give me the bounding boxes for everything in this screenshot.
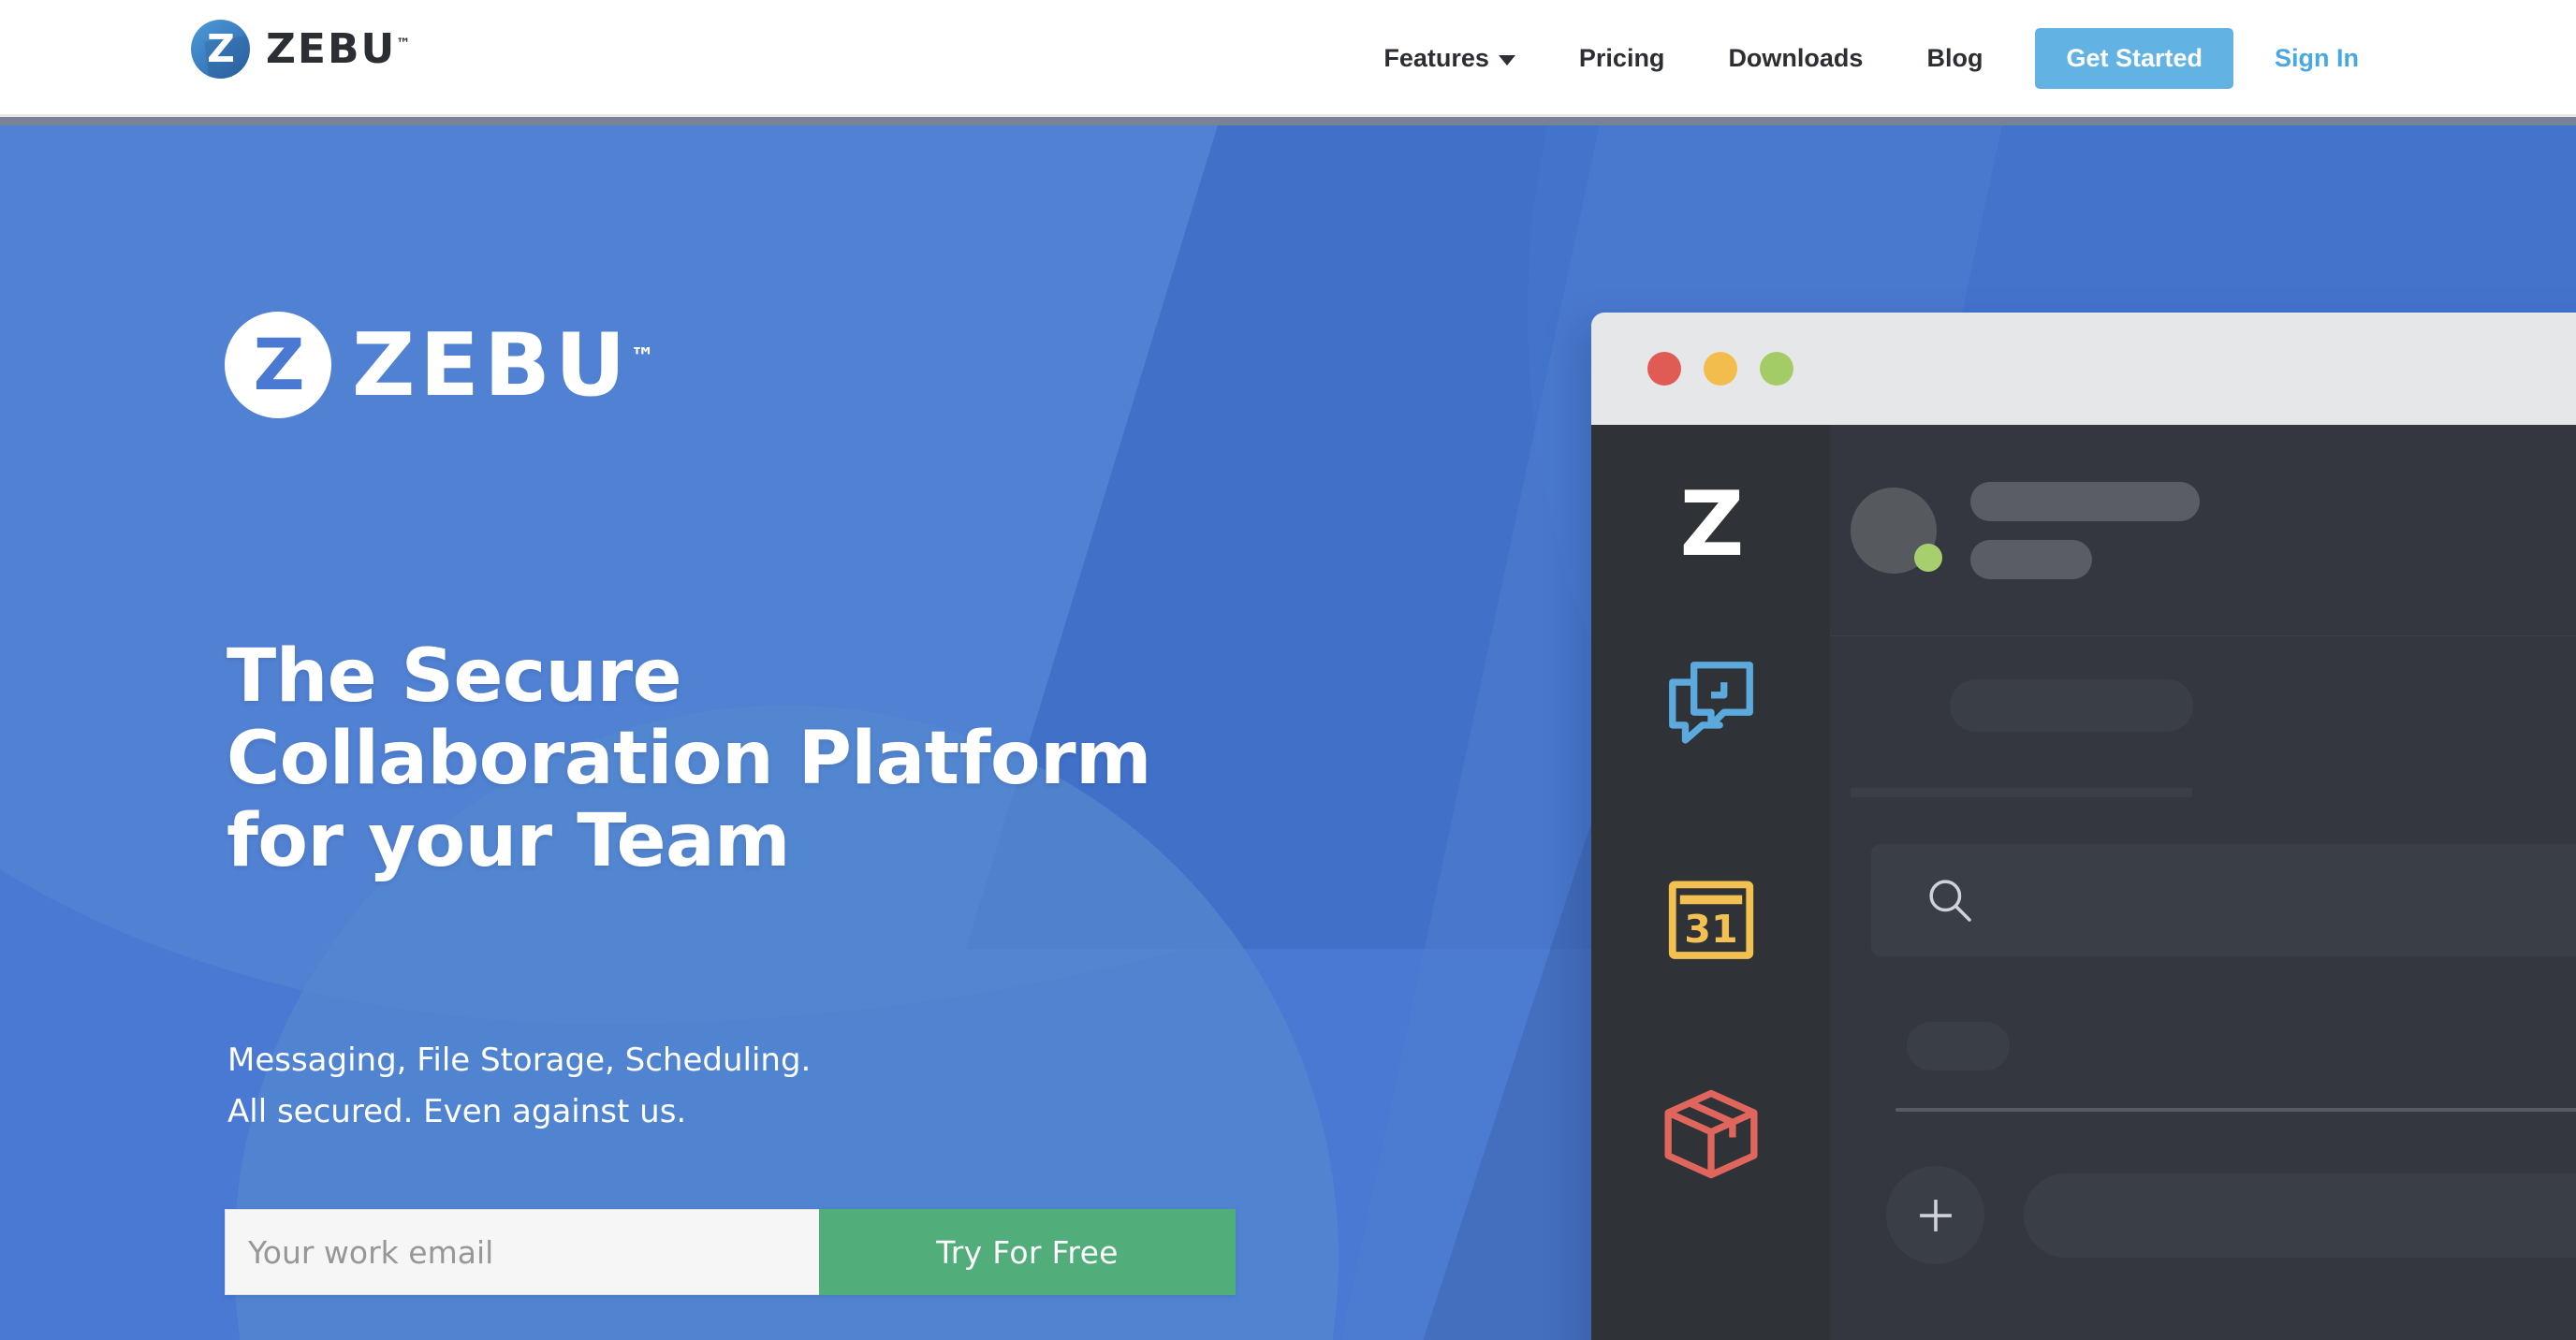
panel-divider	[1895, 1108, 2576, 1112]
placeholder-pill	[1907, 1022, 2010, 1071]
get-started-button[interactable]: Get Started	[2035, 28, 2233, 89]
zebu-logo-icon: Z	[191, 20, 250, 79]
search-icon	[1929, 880, 1971, 922]
chat-bubbles-icon	[1668, 662, 1753, 744]
window-close-icon[interactable]	[1647, 352, 1681, 386]
hero-section: Z ZEBU™ The Secure Collaboration Platfor…	[0, 125, 2576, 1340]
add-attachment-button[interactable]	[1886, 1166, 1984, 1264]
top-navigation-bar: Z ZEBU™ Features Pricing Downloads Blog …	[0, 0, 2576, 117]
logo-letter: Z	[253, 323, 304, 406]
app-main-panel	[1830, 425, 2576, 1340]
app-message-composer	[1886, 1166, 2576, 1264]
app-sidebar-logo: Z	[1679, 473, 1745, 576]
nav-item-features[interactable]: Features	[1352, 46, 1547, 71]
sidebar-item-storage[interactable]	[1660, 1083, 1763, 1186]
nav-item-label: Pricing	[1578, 44, 1665, 72]
app-content-panel	[1830, 635, 2576, 1264]
signup-form: Try For Free	[225, 1209, 1236, 1295]
trademark-symbol: ™	[396, 34, 411, 51]
package-box-icon	[1664, 1089, 1757, 1179]
nav-shadow-strip	[0, 117, 2576, 125]
app-search-box[interactable]	[1871, 844, 2576, 956]
avatar	[1851, 487, 1942, 574]
sidebar-item-calendar[interactable]: 31	[1660, 867, 1763, 970]
hero-heading: The Secure Collaboration Platform for yo…	[227, 634, 1151, 884]
user-name-placeholders	[1970, 481, 2200, 579]
plus-icon	[1919, 1199, 1952, 1231]
placeholder-pill	[1950, 679, 2193, 732]
try-for-free-button[interactable]: Try For Free	[819, 1209, 1236, 1295]
chevron-down-icon	[1498, 55, 1515, 66]
app-sidebar: Z 31	[1591, 425, 1830, 1340]
hero-brand-wordmark: ZEBU™	[352, 321, 655, 409]
message-input[interactable]	[2024, 1172, 2576, 1258]
sign-in-link[interactable]: Sign In	[2247, 46, 2387, 71]
app-user-header	[1830, 425, 2576, 635]
sidebar-item-messaging[interactable]	[1660, 652, 1763, 755]
hero-subheading: Messaging, File Storage, Scheduling. All…	[227, 1041, 812, 1131]
nav-item-label: Features	[1383, 44, 1489, 72]
placeholder-bar	[1970, 539, 2092, 579]
svg-text:31: 31	[1684, 907, 1737, 952]
nav-item-blog[interactable]: Blog	[1895, 46, 2014, 71]
zebu-logo-white-icon: Z	[225, 312, 331, 418]
app-window-mockup: Z 31	[1591, 313, 2576, 1340]
app-window-body: Z 31	[1591, 425, 2576, 1340]
logo-letter: Z	[207, 26, 235, 71]
nav-links: Features Pricing Downloads Blog Get Star…	[1352, 0, 2576, 117]
hero-logo: Z ZEBU™	[225, 312, 654, 418]
app-window-titlebar	[1591, 313, 2576, 425]
placeholder-bar	[1970, 481, 2200, 521]
nav-item-label: Downloads	[1728, 44, 1864, 72]
brand-name: ZEBU	[352, 313, 631, 415]
trademark-symbol: ™	[630, 342, 655, 371]
online-status-dot	[1914, 543, 1942, 572]
nav-item-pricing[interactable]: Pricing	[1547, 46, 1697, 71]
nav-item-label: Blog	[1926, 44, 1983, 72]
nav-brand-wordmark: ZEBU™	[266, 28, 411, 70]
brand-name: ZEBU	[266, 24, 397, 73]
work-email-input[interactable]	[225, 1209, 819, 1295]
calendar-icon: 31	[1668, 881, 1753, 959]
placeholder-rule	[1851, 788, 2192, 797]
nav-logo[interactable]: Z ZEBU™	[191, 20, 410, 79]
window-minimize-icon[interactable]	[1704, 352, 1737, 386]
window-maximize-icon[interactable]	[1760, 352, 1793, 386]
nav-item-downloads[interactable]: Downloads	[1696, 46, 1895, 71]
